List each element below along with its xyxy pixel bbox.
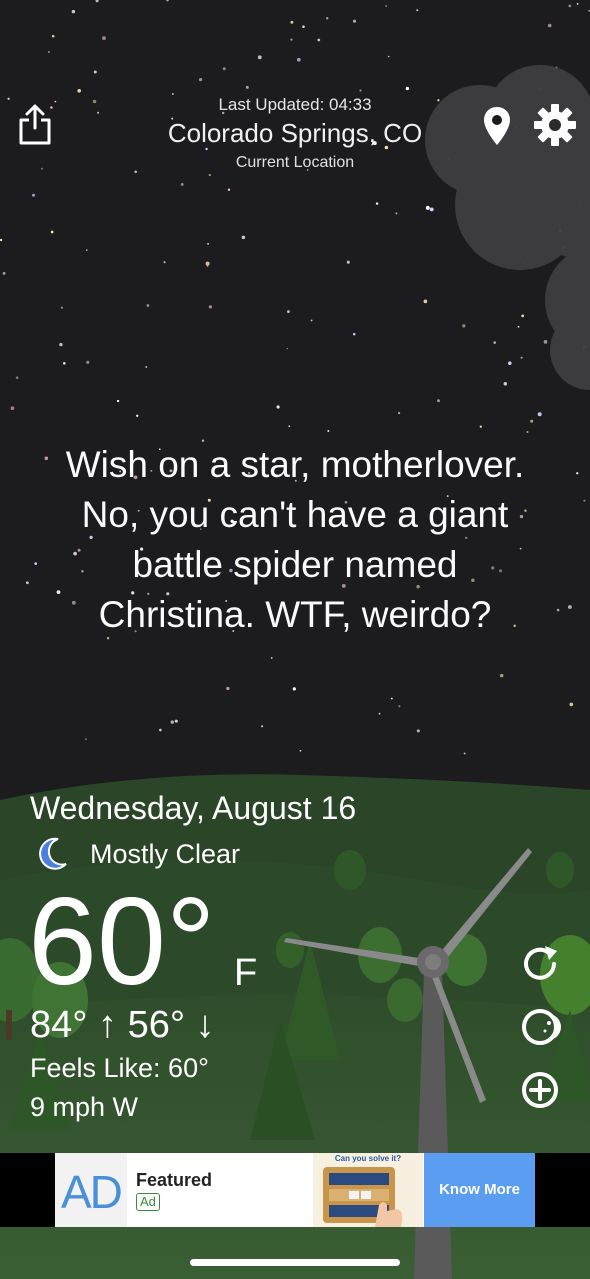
star <box>208 305 212 309</box>
star <box>576 472 579 475</box>
gear-icon[interactable] <box>533 103 577 147</box>
ad-logo: AD <box>55 1153 127 1227</box>
star <box>327 430 330 432</box>
theme-toggle-icon[interactable] <box>518 1005 562 1049</box>
star <box>59 342 63 347</box>
star <box>86 360 90 364</box>
high-low-temperature: 84° ↑ 56° ↓ <box>30 1004 215 1046</box>
current-location-label: Current Location <box>235 154 355 171</box>
quote-line: Christina. WTF, weirdo? <box>98 594 492 635</box>
wind-text: 9 mph W <box>30 1092 139 1122</box>
ad-featured-label: Featured <box>136 1170 213 1190</box>
header: Last Updated: 04:33 Colorado Springs, CO… <box>0 0 590 200</box>
star <box>398 412 401 415</box>
star <box>479 425 482 428</box>
ad-game-image: Can you solve it? <box>313 1153 423 1227</box>
star <box>207 242 210 245</box>
star <box>174 719 178 723</box>
current-temperature: 60° <box>28 873 216 1011</box>
star <box>145 366 148 368</box>
star <box>163 261 166 264</box>
star <box>569 702 574 707</box>
star <box>429 207 434 212</box>
star <box>270 656 273 659</box>
ad-badge: Ad <box>136 1193 160 1211</box>
star <box>425 205 430 210</box>
quote-line: Wish on a star, motherlover. <box>65 444 525 485</box>
home-indicator[interactable] <box>190 1259 400 1266</box>
temperature-unit[interactable]: F <box>234 952 257 995</box>
star <box>583 499 586 502</box>
star <box>378 712 381 715</box>
star <box>63 362 66 365</box>
star <box>526 431 529 433</box>
star <box>159 728 162 732</box>
ad-card[interactable]: AD Featured Ad Can you solve it? Know Mo… <box>55 1153 535 1227</box>
forecast-date: Wednesday, August 16 <box>30 790 357 826</box>
star <box>537 412 542 417</box>
star <box>503 382 508 386</box>
condition-text: Mostly Clear <box>90 839 241 869</box>
star <box>390 697 393 700</box>
star <box>493 341 497 344</box>
ad-banner: AD Featured Ad Can you solve it? Know Mo… <box>0 1153 590 1227</box>
star <box>543 340 548 344</box>
star <box>2 271 6 275</box>
star <box>50 230 54 234</box>
star <box>136 414 139 417</box>
star <box>463 752 466 755</box>
star <box>205 261 210 266</box>
star <box>10 406 15 411</box>
location-pin-icon[interactable] <box>483 106 511 146</box>
star <box>352 332 356 336</box>
star <box>508 361 512 365</box>
star <box>416 729 420 733</box>
star <box>85 738 87 740</box>
star <box>15 376 19 380</box>
star <box>286 347 289 350</box>
star <box>116 399 120 403</box>
know-more-button[interactable]: Know More <box>424 1153 535 1227</box>
star <box>395 212 398 215</box>
star <box>292 687 296 691</box>
star <box>146 304 150 307</box>
star <box>299 749 302 752</box>
star <box>437 399 440 403</box>
star <box>462 324 466 328</box>
moon-icon <box>39 837 67 870</box>
star <box>423 299 428 304</box>
quote-line: No, you can't have a giant <box>81 494 509 535</box>
star <box>398 705 401 708</box>
star <box>241 235 246 240</box>
star <box>346 260 350 264</box>
star <box>521 314 525 318</box>
star <box>226 686 230 691</box>
feels-like-text: Feels Like: 60° <box>30 1053 209 1083</box>
star <box>261 725 264 728</box>
star <box>276 405 280 409</box>
quote-line: battle spider named <box>132 544 458 585</box>
weather-quote: Wish on a star, motherlover. No, you can… <box>20 440 570 640</box>
star <box>375 202 379 205</box>
star <box>530 419 534 423</box>
star <box>288 425 291 428</box>
star <box>0 238 3 242</box>
refresh-icon[interactable] <box>518 942 562 986</box>
star <box>310 319 313 322</box>
star <box>85 249 88 252</box>
star <box>517 325 520 328</box>
star <box>60 306 63 309</box>
star <box>170 720 175 724</box>
star <box>499 673 504 678</box>
add-icon[interactable] <box>518 1068 562 1112</box>
star <box>287 310 290 313</box>
star <box>520 356 523 359</box>
